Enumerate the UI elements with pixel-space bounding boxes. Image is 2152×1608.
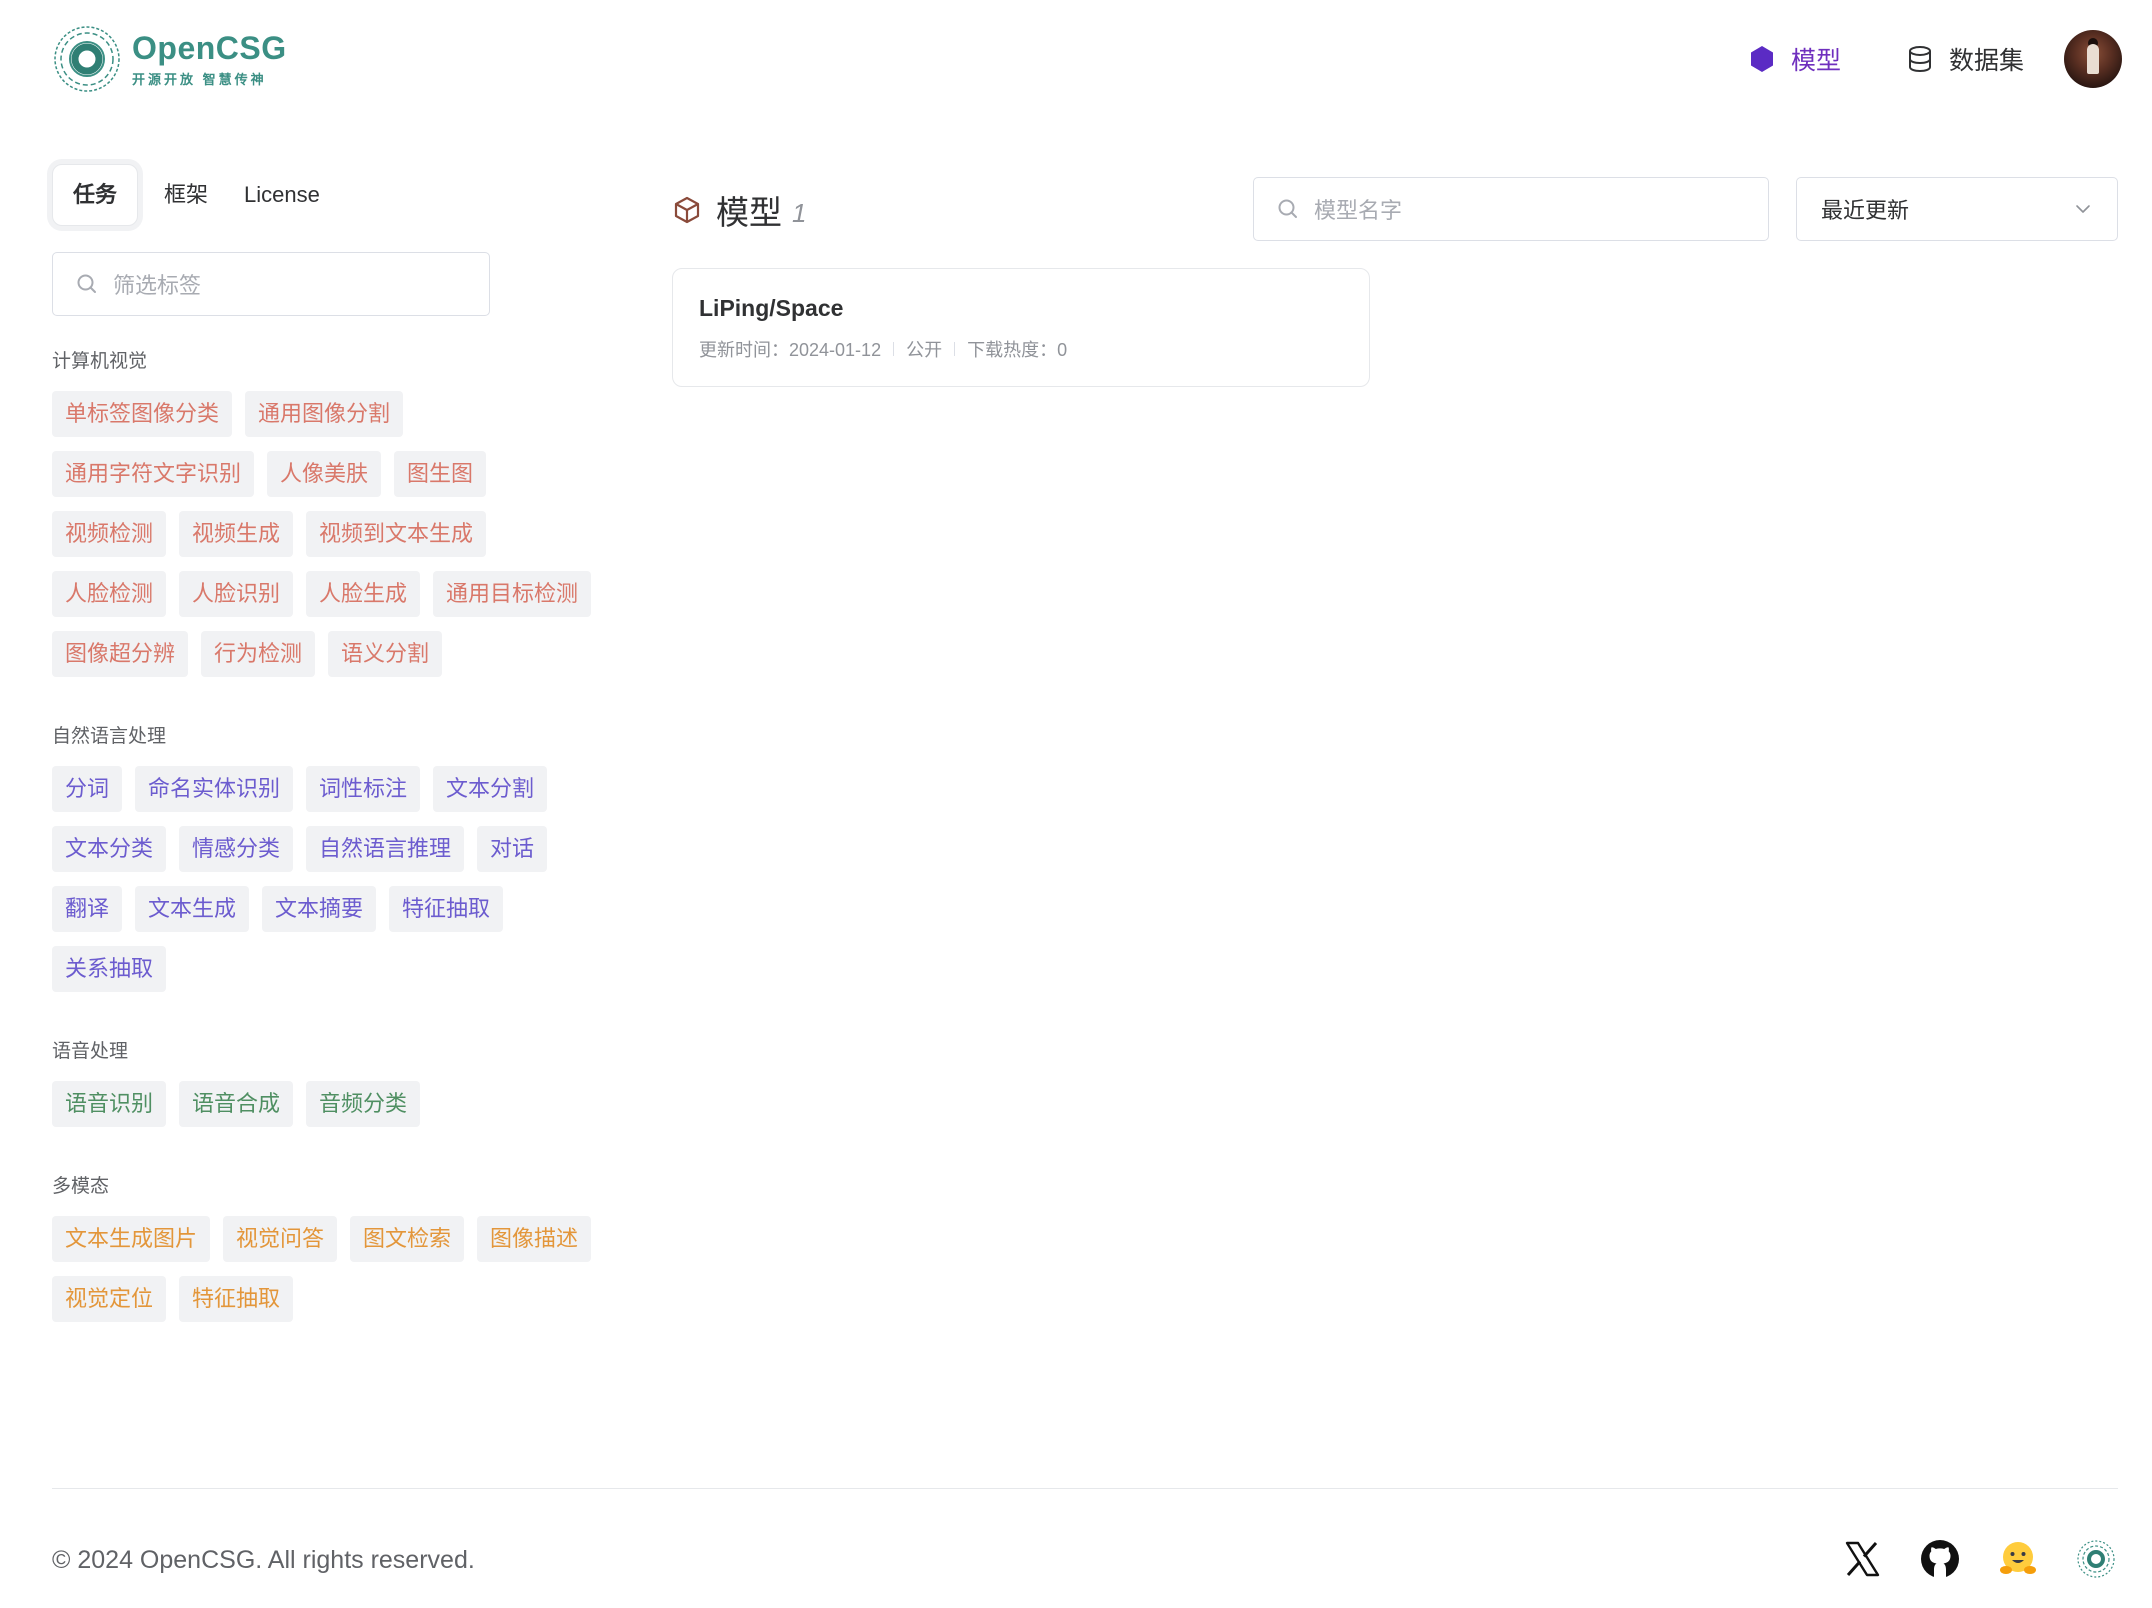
model-card-name: LiPing/Space xyxy=(699,295,844,321)
task-tag[interactable]: 特征抽取 xyxy=(179,1276,294,1322)
task-tag[interactable]: 命名实体识别 xyxy=(135,766,294,812)
task-tag[interactable]: 图像描述 xyxy=(477,1216,592,1262)
social-links xyxy=(1806,1537,2118,1581)
huggingface-icon[interactable] xyxy=(1996,1537,2040,1581)
hexagon-icon xyxy=(1750,46,1773,72)
task-tag[interactable]: 人脸识别 xyxy=(179,571,294,617)
github-icon[interactable] xyxy=(1918,1537,1962,1581)
model-card-visibility: 公开 xyxy=(906,340,943,360)
database-icon xyxy=(1908,46,1931,73)
opencsg-logo[interactable]: OpenCSG 开源开放 智慧传神 xyxy=(52,24,287,94)
task-tag[interactable]: 自然语言推理 xyxy=(306,826,465,872)
opencsg-icon[interactable] xyxy=(2074,1537,2118,1581)
task-tag[interactable]: 图生图 xyxy=(394,451,487,497)
task-tag[interactable]: 分词 xyxy=(52,766,123,812)
sort-select[interactable]: 最近更新 xyxy=(1796,177,2118,241)
tag-list: 分词 命名实体识别 词性标注 文本分割文本分类 情感分类 自然语言推理 对话翻译 文本生成 文本… xyxy=(52,766,612,1006)
model-card-meta: 更新时间：2024-01-12 公开 下载热度：0 xyxy=(699,336,1343,362)
category-title: 自然语言处理 xyxy=(52,726,167,747)
tag-list: 语音识别 语音合成 音频分类 xyxy=(52,1081,612,1141)
category-title: 多模态 xyxy=(52,1176,110,1197)
task-tag[interactable]: 文本摘要 xyxy=(262,886,377,932)
task-tag[interactable]: 情感分类 xyxy=(179,826,294,872)
category-title: 语音处理 xyxy=(52,1041,129,1062)
cube-icon xyxy=(674,196,700,224)
task-tag[interactable]: 单标签图像分类 xyxy=(52,391,233,437)
nav-models[interactable]: 模型 xyxy=(1747,41,1841,77)
tag-filter-placeholder: 筛选标签 xyxy=(113,273,202,298)
user-avatar[interactable] xyxy=(2064,30,2122,88)
task-tag[interactable]: 翻译 xyxy=(52,886,123,932)
task-tag[interactable]: 视频检测 xyxy=(52,511,167,557)
nav-models-label: 模型 xyxy=(1790,47,1841,75)
filter-tabs: 任务 框架 License xyxy=(52,164,612,226)
tab-license[interactable]: License xyxy=(226,164,338,226)
logo-slogan: 开源开放 智慧传神 xyxy=(132,72,267,87)
opencsg-logo-icon xyxy=(54,26,120,92)
task-tag[interactable]: 视频到文本生成 xyxy=(306,511,487,557)
task-tag[interactable]: 文本生成图片 xyxy=(52,1216,211,1262)
x-icon[interactable] xyxy=(1840,1537,1884,1581)
chevron-down-icon xyxy=(2076,205,2090,213)
filter-sidebar: 任务 框架 License 筛选标签 计算机视觉单标签图像分类 通用图像分割通用字… xyxy=(52,164,612,1336)
task-tag[interactable]: 视觉问答 xyxy=(223,1216,338,1262)
task-tag[interactable]: 语音合成 xyxy=(179,1081,294,1127)
task-tag[interactable]: 图像超分辨 xyxy=(52,631,189,677)
task-tag[interactable]: 特征抽取 xyxy=(389,886,504,932)
main-nav: 模型 数据集 xyxy=(1683,28,2122,90)
search-icon xyxy=(77,274,96,293)
page-title: 模型 xyxy=(716,194,782,231)
models-heading: 模型 1 xyxy=(672,186,806,234)
task-tag[interactable]: 人脸检测 xyxy=(52,571,167,617)
task-tag[interactable]: 人像美肤 xyxy=(267,451,382,497)
task-tag[interactable]: 语音识别 xyxy=(52,1081,167,1127)
tab-frameworks[interactable]: 框架 xyxy=(146,164,226,226)
model-card-updated: 更新时间：2024-01-12 xyxy=(699,340,882,360)
model-count: 1 xyxy=(792,197,807,228)
task-tag[interactable]: 视频生成 xyxy=(179,511,294,557)
task-tag[interactable]: 文本分类 xyxy=(52,826,167,872)
tag-list: 文本生成图片 视觉问答 图文检索 图像描述视觉定位 特征抽取 xyxy=(52,1216,612,1336)
task-tag[interactable]: 关系抽取 xyxy=(52,946,167,992)
tab-tasks[interactable]: 任务 xyxy=(52,164,139,226)
tag-list: 单标签图像分类 通用图像分割通用字符文字识别 人像美肤 图生图视频检测 视频生成 视频到文… xyxy=(52,391,612,691)
task-tag[interactable]: 图文检索 xyxy=(350,1216,465,1262)
task-tag[interactable]: 通用目标检测 xyxy=(433,571,592,617)
task-tag[interactable]: 对话 xyxy=(477,826,548,872)
task-tag[interactable]: 文本分割 xyxy=(433,766,548,812)
search-icon xyxy=(1278,199,1297,218)
task-tag[interactable]: 语义分割 xyxy=(328,631,443,677)
category-title: 计算机视觉 xyxy=(52,351,148,372)
task-tag[interactable]: 通用字符文字识别 xyxy=(52,451,255,497)
task-tag[interactable]: 通用图像分割 xyxy=(245,391,404,437)
top-header: OpenCSG 开源开放 智慧传神 模型 数据集 xyxy=(0,0,2152,120)
nav-datasets[interactable]: 数据集 xyxy=(1905,41,2024,77)
sort-select-value: 最近更新 xyxy=(1821,198,1910,223)
task-tag[interactable]: 文本生成 xyxy=(135,886,250,932)
tag-categories: 计算机视觉单标签图像分类 通用图像分割通用字符文字识别 人像美肤 图生图视频检测 视频生… xyxy=(52,346,612,1336)
logo-name: OpenCSG xyxy=(132,30,287,66)
meta-divider xyxy=(893,342,895,356)
task-tag[interactable]: 人脸生成 xyxy=(306,571,421,617)
model-card[interactable]: LiPing/Space 更新时间：2024-01-12 公开 下载热度：0 xyxy=(672,268,1370,387)
nav-datasets-label: 数据集 xyxy=(1948,47,2024,75)
task-tag[interactable]: 视觉定位 xyxy=(52,1276,167,1322)
task-tag[interactable]: 词性标注 xyxy=(306,766,421,812)
model-search-input[interactable]: 模型名字 xyxy=(1253,177,1769,241)
meta-divider xyxy=(954,342,956,356)
model-card-downloads: 下载热度：0 xyxy=(967,340,1068,360)
task-tag[interactable]: 音频分类 xyxy=(306,1081,421,1127)
model-search-placeholder: 模型名字 xyxy=(1314,198,1403,223)
footer-divider xyxy=(52,1488,2118,1489)
task-tag[interactable]: 行为检测 xyxy=(201,631,316,677)
tag-filter-input[interactable]: 筛选标签 xyxy=(52,252,490,316)
copyright-text: © 2024 OpenCSG. All rights reserved. xyxy=(52,1546,475,1574)
